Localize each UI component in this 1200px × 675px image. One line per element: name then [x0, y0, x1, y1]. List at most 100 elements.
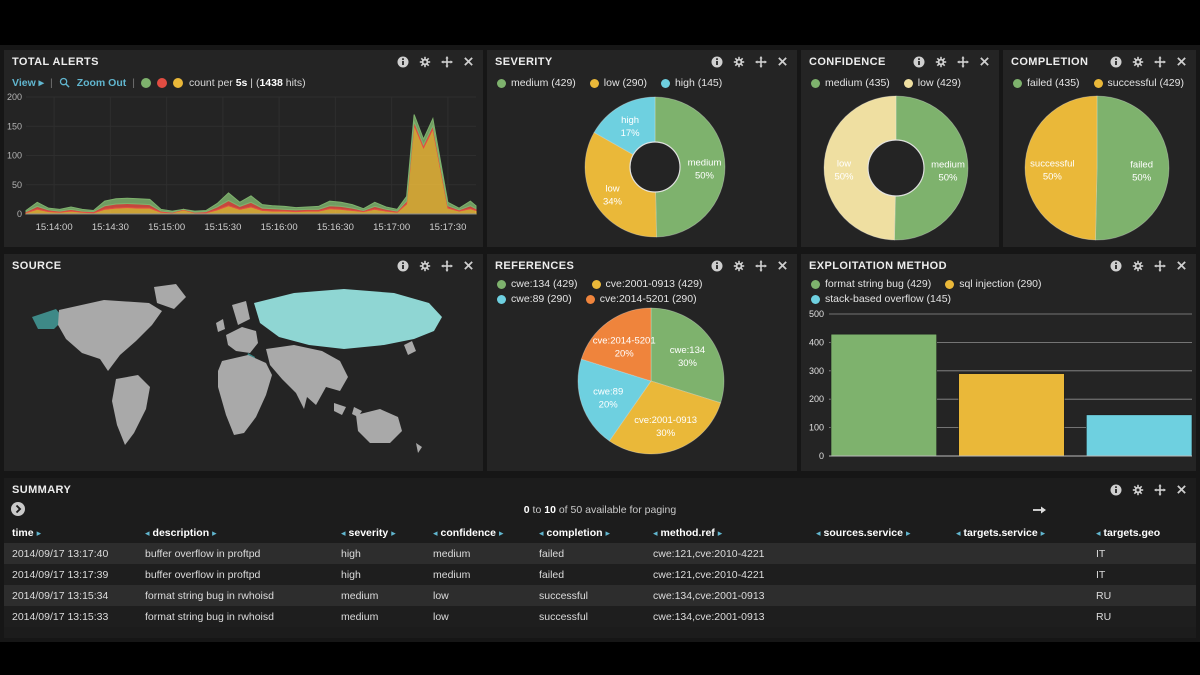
column-header-targets.service[interactable]: ◂ targets.service ▸	[948, 527, 1088, 539]
legend-item[interactable]: successful (429)	[1093, 77, 1184, 89]
country-north-america	[58, 300, 162, 371]
sort-right-icon[interactable]: ▸	[906, 528, 911, 539]
close-icon[interactable]	[463, 260, 475, 272]
legend-item[interactable]: format string bug (429)	[811, 278, 931, 290]
gear-icon[interactable]	[1132, 260, 1144, 272]
info-icon[interactable]	[1110, 260, 1122, 272]
column-header-severity[interactable]: ◂ severity ▸	[333, 527, 425, 539]
legend-label: failed (435)	[1027, 77, 1080, 89]
legend-item[interactable]: failed (435)	[1013, 77, 1080, 89]
close-icon[interactable]	[1176, 260, 1188, 272]
close-icon[interactable]	[777, 56, 789, 68]
sort-left-icon[interactable]: ◂	[341, 528, 346, 539]
legend-item[interactable]: sql injection (290)	[945, 278, 1042, 290]
sort-left-icon[interactable]: ◂	[539, 528, 544, 539]
legend-item[interactable]: high (145)	[660, 77, 722, 89]
panel-title: SUMMARY	[12, 484, 72, 496]
move-icon[interactable]	[755, 56, 767, 68]
sort-right-icon[interactable]: ▸	[718, 528, 723, 539]
severity-pie-chart[interactable]: medium 50%low 34%high 17%	[487, 93, 797, 243]
info-icon[interactable]	[913, 56, 925, 68]
gear-icon[interactable]	[419, 260, 431, 272]
info-icon[interactable]	[711, 56, 723, 68]
references-pie-chart[interactable]: cwe:134 30%cve:2001-0913 30%cwe:89 20%cve:2…	[487, 306, 797, 460]
legend-item[interactable]: cve:2001-0913 (429)	[591, 278, 702, 290]
table-row[interactable]: 2014/09/17 13:17:39 buffer overflow in pr…	[4, 564, 1196, 585]
svg-text:300: 300	[809, 366, 824, 376]
table-row[interactable]: 2014/09/17 13:15:33 format string bug in …	[4, 606, 1196, 627]
sort-right-icon[interactable]: ▸	[606, 528, 611, 539]
legend-item[interactable]: cwe:134 (429)	[497, 278, 578, 290]
legend-label: successful (429)	[1107, 77, 1184, 89]
sort-left-icon[interactable]: ◂	[145, 528, 150, 539]
legend-label: low (290)	[603, 77, 647, 89]
completion-pie-chart[interactable]: failed 50%successful 50%	[1003, 93, 1196, 243]
info-icon[interactable]	[397, 56, 409, 68]
move-icon[interactable]	[441, 56, 453, 68]
magnifier-icon[interactable]	[59, 77, 71, 89]
table-cell: format string bug in rwhoisd	[145, 589, 274, 602]
close-icon[interactable]	[463, 56, 475, 68]
red-series-dot[interactable]	[157, 78, 167, 88]
column-header-sources.service[interactable]: ◂ sources.service ▸	[808, 527, 948, 539]
column-header-method.ref[interactable]: ◂ method.ref ▸	[645, 527, 808, 539]
legend-label: medium (435)	[825, 77, 890, 89]
close-icon[interactable]	[777, 260, 789, 272]
sort-right-icon[interactable]: ▸	[499, 528, 504, 539]
info-icon[interactable]	[1110, 484, 1122, 496]
move-icon[interactable]	[441, 260, 453, 272]
sort-left-icon[interactable]: ◂	[956, 528, 961, 539]
sort-left-icon[interactable]: ◂	[1096, 528, 1101, 539]
move-icon[interactable]	[957, 56, 969, 68]
info-icon[interactable]	[1110, 56, 1122, 68]
column-header-description[interactable]: ◂ description ▸	[137, 527, 333, 539]
sort-right-icon[interactable]: ▸	[1041, 528, 1046, 539]
column-header-targets.geo[interactable]: ◂ targets.geo	[1088, 527, 1196, 539]
column-header-completion[interactable]: ◂ completion ▸	[531, 527, 645, 539]
legend-item[interactable]: medium (435)	[811, 77, 890, 89]
table-row[interactable]: 2014/09/17 13:15:34 format string bug in …	[4, 585, 1196, 606]
move-icon[interactable]	[755, 260, 767, 272]
column-header-time[interactable]: time ▸	[4, 527, 137, 539]
legend-item[interactable]: low (290)	[589, 77, 647, 89]
sort-left-icon[interactable]: ◂	[816, 528, 821, 539]
gear-icon[interactable]	[733, 56, 745, 68]
sort-right-icon[interactable]: ▸	[37, 528, 42, 539]
panel-header: SOURCE	[4, 254, 483, 275]
gear-icon[interactable]	[419, 56, 431, 68]
legend-item[interactable]: stack-based overflow (145)	[811, 293, 951, 305]
country-russia[interactable]	[254, 289, 442, 349]
legend-item[interactable]: cwe:89 (290)	[497, 293, 572, 305]
close-icon[interactable]	[979, 56, 991, 68]
total-alerts-area-chart[interactable]: 15:14:00 15:14:30 15:15:00 15:15:30 15:16:00…	[4, 92, 483, 242]
gear-icon[interactable]	[1132, 56, 1144, 68]
gear-icon[interactable]	[733, 260, 745, 272]
sort-left-icon[interactable]: ◂	[433, 528, 438, 539]
table-row[interactable]: 2014/09/17 13:17:40 buffer overflow in pr…	[4, 543, 1196, 564]
world-map[interactable]	[4, 275, 483, 465]
legend-item[interactable]: low (429)	[903, 77, 961, 89]
zoom-out-link[interactable]: Zoom Out	[77, 77, 127, 89]
gear-icon[interactable]	[1132, 484, 1144, 496]
next-page-arrow[interactable]	[1032, 505, 1046, 515]
move-icon[interactable]	[1154, 260, 1166, 272]
close-icon[interactable]	[1176, 56, 1188, 68]
legend-item[interactable]: cve:2014-5201 (290)	[585, 293, 697, 305]
sort-left-icon[interactable]: ◂	[653, 528, 658, 539]
close-icon[interactable]	[1176, 484, 1188, 496]
confidence-pie-chart[interactable]: medium 50%low 50%	[801, 93, 999, 243]
yellow-series-dot[interactable]	[173, 78, 183, 88]
exploitation-bar-chart[interactable]: 0 100 200 300 400 500	[801, 306, 1196, 474]
gear-icon[interactable]	[935, 56, 947, 68]
legend-label: cwe:89 (290)	[511, 293, 572, 305]
view-menu[interactable]: View ▸	[12, 77, 44, 89]
sort-right-icon[interactable]: ▸	[212, 528, 217, 539]
green-series-dot[interactable]	[141, 78, 151, 88]
info-icon[interactable]	[397, 260, 409, 272]
move-icon[interactable]	[1154, 484, 1166, 496]
legend-item[interactable]: medium (429)	[497, 77, 576, 89]
info-icon[interactable]	[711, 260, 723, 272]
move-icon[interactable]	[1154, 56, 1166, 68]
sort-right-icon[interactable]: ▸	[391, 528, 396, 539]
column-header-confidence[interactable]: ◂ confidence ▸	[425, 527, 531, 539]
